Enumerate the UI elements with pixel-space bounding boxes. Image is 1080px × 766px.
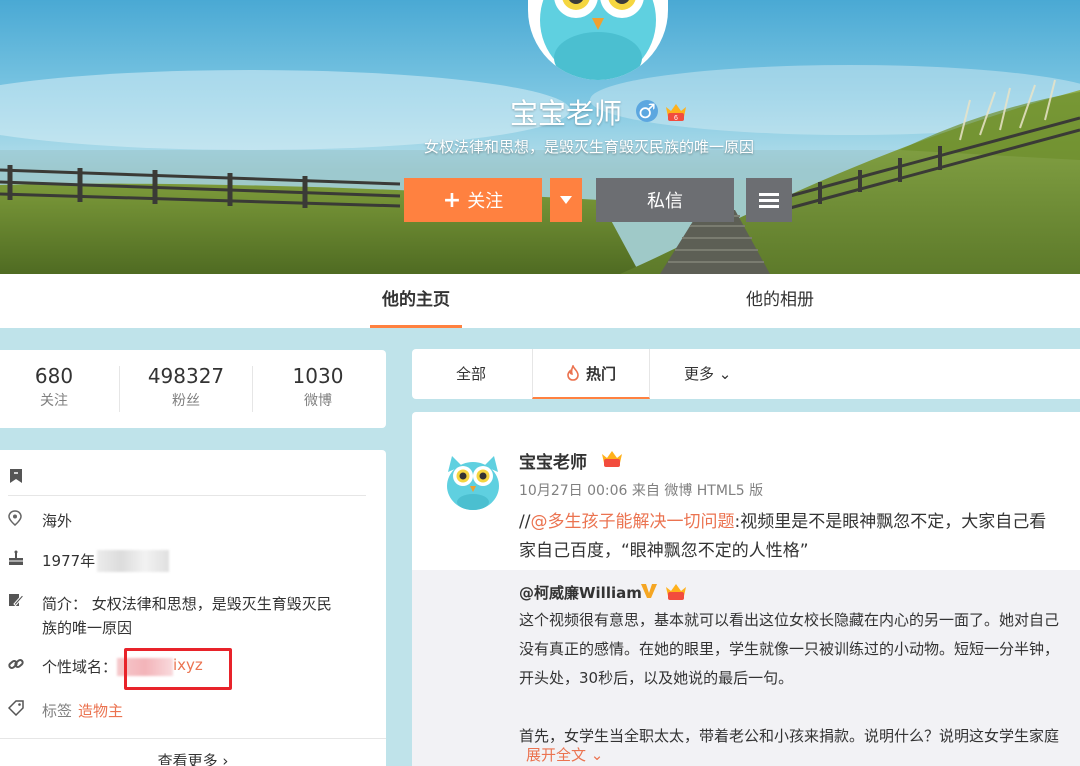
stat-following[interactable]: 680 关注 [0, 364, 120, 410]
stat-followers[interactable]: 498327 粉丝 [120, 364, 252, 410]
gender-male-icon: ♂ [636, 100, 658, 122]
vip-crown-icon[interactable]: 6 [664, 101, 688, 123]
filter-hot-label: 热门 [585, 364, 616, 383]
filter-hot-tab[interactable]: 热门 [532, 349, 650, 399]
info-badge-row [8, 468, 24, 484]
post-text: :视频里是不是眼神飘忽不定，大家自己看 [734, 512, 1047, 532]
profile-tabbar: 他的主页 他的相册 [0, 274, 1080, 328]
tab-home[interactable]: 他的主页 [370, 274, 462, 328]
tag-label: 标签 [42, 702, 73, 720]
tab-album[interactable]: 他的相册 [735, 274, 825, 328]
svg-text:6: 6 [674, 115, 678, 122]
intro-line-2: 族的唯一原因 [42, 619, 133, 637]
profile-info-card: 海外 1977年 简介： 女权法律和思想，是毁灭生育毁灭民 族的唯一原因 个性域… [0, 450, 386, 766]
domain-label: 个性域名： [42, 658, 118, 676]
info-location-row: 海外 [8, 510, 72, 531]
divider [8, 495, 366, 496]
birthday-value: 1977年 [42, 552, 96, 570]
vip-crown-icon[interactable] [664, 582, 688, 602]
info-tag-row: 标签 造物主 [7, 700, 123, 721]
follow-label: 关注 [467, 191, 504, 212]
link-icon [8, 656, 34, 677]
vip-crown-icon[interactable] [600, 449, 624, 469]
stat-value: 498327 [147, 364, 225, 388]
location-icon [8, 510, 34, 531]
redacted-blur [97, 550, 170, 572]
follow-button[interactable]: + 关注 [404, 178, 542, 222]
stat-label: 关注 [40, 393, 68, 409]
profile-bio: 女权法律和思想，是毁灭生育毁灭民族的唯一原因 [424, 138, 755, 156]
info-birthday-row: 1977年 [8, 550, 170, 572]
edit-icon [8, 592, 34, 640]
reposted-content: @柯威廉William 这个视频很有意思，基本就可以看出这位女校长隐藏在内心的另… [412, 570, 1080, 766]
repost-line: 这个视频很有意思，基本就可以看出这位女校长隐藏在内心的另一面了。她对自己 [519, 611, 1060, 629]
caret-down-icon [560, 196, 572, 204]
expand-full-text-link[interactable]: 展开全文 ⌄ [526, 744, 603, 765]
post-mention-link[interactable]: @多生孩子能解决一切问题 [530, 512, 734, 532]
divider [0, 738, 386, 739]
profile-name: 宝宝老师 [510, 97, 623, 130]
follow-dropdown-button[interactable] [550, 178, 582, 222]
post-body: //@多生孩子能解决一切问题:视频里是不是眼神飘忽不定，大家自己看 家自己百度，… [519, 508, 1080, 566]
hamburger-icon [759, 193, 779, 208]
repost-line [519, 693, 1080, 722]
stats-card: 680 关注 498327 粉丝 1030 微博 [0, 350, 386, 428]
fire-icon [567, 365, 579, 381]
post-author-name[interactable]: 宝宝老师 [519, 448, 587, 473]
filter-more-dropdown[interactable]: 更多 ⌄ [684, 349, 731, 399]
repost-line: 没有真正的感情。在她的眼里，学生就像一只被训练过的小动物。短短一分半钟， [519, 640, 1060, 658]
plus-icon: + [442, 187, 462, 213]
stat-posts[interactable]: 1030 微博 [252, 364, 384, 410]
repost-line: 开头处，30秒后，以及她说的最后一句。 [519, 669, 794, 687]
intro-label: 简介： [42, 595, 88, 613]
info-intro-row: 简介： 女权法律和思想，是毁灭生育毁灭民 族的唯一原因 [8, 592, 332, 640]
verified-v-icon [641, 584, 657, 598]
post-author-avatar[interactable] [442, 450, 504, 512]
filter-all-tab[interactable]: 全部 [456, 349, 486, 399]
post-prefix: // [519, 512, 531, 532]
intro-line-1: 女权法律和思想，是毁灭生育毁灭民 [91, 595, 332, 613]
stat-value: 1030 [292, 364, 344, 388]
feed-post-card: 宝宝老师 10月27日 00:06 来自 微博 HTML5 版 //@多生孩子能… [412, 412, 1080, 766]
stat-label: 微博 [304, 393, 332, 409]
bookmark-icon [10, 469, 22, 483]
cake-icon [8, 550, 34, 572]
post-text-line-2: 家自己百度，“眼神飘忽不定的人性格” [519, 541, 809, 561]
more-menu-button[interactable] [746, 178, 792, 222]
location-value: 海外 [42, 512, 73, 530]
message-label: 私信 [647, 191, 683, 212]
highlight-box [124, 648, 232, 690]
stat-label: 粉丝 [172, 393, 200, 409]
tag-value-link[interactable]: 造物主 [78, 700, 123, 721]
tag-icon [7, 700, 34, 721]
repost-body: 这个视频很有意思，基本就可以看出这位女校长隐藏在内心的另一面了。她对自己 没有真… [519, 606, 1080, 751]
repost-author-link[interactable]: @柯威廉William [519, 582, 642, 603]
see-more-link[interactable]: 查看更多 › [0, 750, 386, 766]
post-meta: 10月27日 00:06 来自 微博 HTML5 版 [519, 483, 764, 499]
feed-filter-bar: 全部 热门 更多 ⌄ [412, 349, 1080, 399]
stat-value: 680 [34, 364, 74, 388]
profile-cover: 宝宝老师 ♂ 6 女权法律和思想，是毁灭生育毁灭民族的唯一原因 + 关注 私信 [0, 0, 1080, 274]
message-button[interactable]: 私信 [596, 178, 734, 222]
